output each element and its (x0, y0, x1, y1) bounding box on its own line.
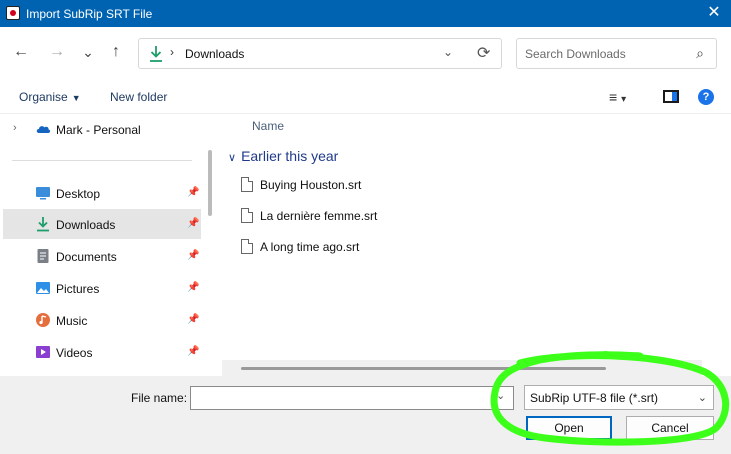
address-bar[interactable]: › Downloads ⌄ ⟳ (138, 38, 502, 69)
pictures-icon (36, 282, 50, 294)
music-icon (36, 313, 50, 327)
open-button[interactable]: Open (526, 416, 612, 440)
forward-icon[interactable]: → (48, 43, 66, 61)
file-list: Name ∨ Earlier this year Buying Houston.s… (219, 114, 731, 376)
new-folder-button[interactable]: New folder (110, 90, 167, 104)
pin-icon[interactable]: 📌 (187, 187, 199, 198)
window-title: Import SubRip SRT File (26, 7, 153, 21)
breadcrumb-downloads[interactable]: Downloads (185, 47, 244, 61)
file-name: Buying Houston.srt (260, 178, 362, 192)
command-bar: Organise ▼ New folder ≡ ▾ ? (0, 81, 731, 114)
title-bar: Import SubRip SRT File ✕ (0, 0, 731, 27)
app-icon (6, 6, 20, 20)
sidebar-item-videos[interactable]: Videos 📌 (3, 337, 201, 367)
refresh-icon[interactable]: ⟳ (477, 43, 490, 63)
file-name: A long time ago.srt (260, 240, 360, 254)
chevron-down-icon: ∨ (228, 152, 237, 164)
file-type-select[interactable]: SubRip UTF-8 file (*.srt) ⌄ (524, 385, 714, 410)
pin-icon[interactable]: 📌 (187, 282, 199, 293)
sidebar-divider (12, 160, 192, 161)
recent-locations-icon[interactable]: ⌄ (79, 43, 97, 61)
download-icon (150, 46, 162, 62)
help-icon[interactable]: ? (698, 89, 714, 105)
file-name-field[interactable] (190, 386, 514, 410)
address-dropdown-icon[interactable]: ⌄ (443, 45, 453, 59)
sidebar-item-desktop[interactable]: Desktop 📌 (3, 178, 201, 208)
navigation-bar: ← → ⌄ ↑ › Downloads ⌄ ⟳ Search Downloads… (0, 27, 731, 81)
file-icon (241, 239, 253, 254)
sidebar-item-music[interactable]: Music 📌 (3, 305, 201, 335)
organise-label: Organise (19, 90, 68, 104)
sidebar-item-documents[interactable]: Documents 📌 (3, 241, 201, 271)
organise-button[interactable]: Organise ▼ (19, 90, 81, 104)
file-name-dropdown-icon[interactable]: ⌄ (496, 389, 505, 402)
preview-pane-icon[interactable] (663, 90, 679, 103)
file-type-value: SubRip UTF-8 file (*.srt) (530, 391, 659, 405)
sidebar-item-label: Videos (56, 346, 93, 360)
navigation-pane: › Mark - Personal Desktop 📌 Downloads 📌 … (0, 114, 218, 376)
cancel-button[interactable]: Cancel (626, 416, 714, 440)
file-icon (241, 208, 253, 223)
search-box[interactable]: Search Downloads ⌕ (516, 38, 717, 69)
sidebar-item-label: Downloads (56, 218, 116, 232)
sidebar-item-downloads[interactable]: Downloads 📌 (3, 209, 201, 239)
sidebar-item-onedrive[interactable]: › Mark - Personal (3, 114, 201, 144)
up-icon[interactable]: ↑ (107, 43, 125, 61)
documents-icon (37, 249, 49, 263)
breadcrumb-separator: › (170, 45, 174, 59)
group-label: Earlier this year (241, 148, 339, 164)
pin-icon[interactable]: 📌 (187, 218, 199, 229)
sidebar-item-label: Pictures (56, 282, 100, 296)
expand-icon[interactable]: › (13, 122, 17, 134)
group-header[interactable]: ∨ Earlier this year (228, 148, 338, 164)
view-options-button[interactable]: ≡ ▾ (609, 89, 626, 105)
cloud-icon (36, 126, 51, 133)
list-item[interactable]: Buying Houston.srt (241, 175, 481, 197)
back-icon[interactable]: ← (12, 43, 30, 61)
pin-icon[interactable]: 📌 (187, 314, 199, 325)
file-name-label: File name: (131, 391, 188, 405)
list-item[interactable]: A long time ago.srt (241, 237, 481, 259)
list-view-icon: ≡ (609, 89, 618, 105)
chevron-down-icon: ⌄ (697, 392, 707, 404)
videos-icon (36, 346, 50, 358)
search-icon[interactable]: ⌕ (696, 45, 704, 62)
pin-icon[interactable]: 📌 (187, 250, 199, 261)
dialog-footer: File name: ⌄ SubRip UTF-8 file (*.srt) ⌄… (0, 376, 731, 454)
sidebar-item-label: Documents (56, 250, 117, 264)
column-header-name[interactable]: Name (252, 119, 284, 133)
pin-icon[interactable]: 📌 (187, 346, 199, 357)
close-button[interactable]: ✕ (705, 4, 723, 22)
desktop-icon (36, 187, 50, 200)
scrollbar-thumb[interactable] (241, 367, 606, 370)
sidebar-item-pictures[interactable]: Pictures 📌 (3, 273, 201, 303)
file-icon (241, 177, 253, 192)
list-item[interactable]: La dernière femme.srt (241, 206, 481, 228)
search-input[interactable]: Search Downloads (525, 47, 626, 61)
chevron-down-icon: ▾ (621, 94, 627, 105)
horizontal-scrollbar[interactable] (222, 360, 702, 376)
download-icon (37, 217, 49, 232)
sidebar-scrollbar[interactable] (208, 150, 212, 216)
sidebar-item-label: Desktop (56, 187, 101, 201)
sidebar-item-label: Mark - Personal (56, 123, 141, 137)
sidebar-item-label: Music (56, 314, 88, 328)
file-name: La dernière femme.srt (260, 209, 378, 223)
chevron-down-icon: ▼ (71, 93, 81, 103)
